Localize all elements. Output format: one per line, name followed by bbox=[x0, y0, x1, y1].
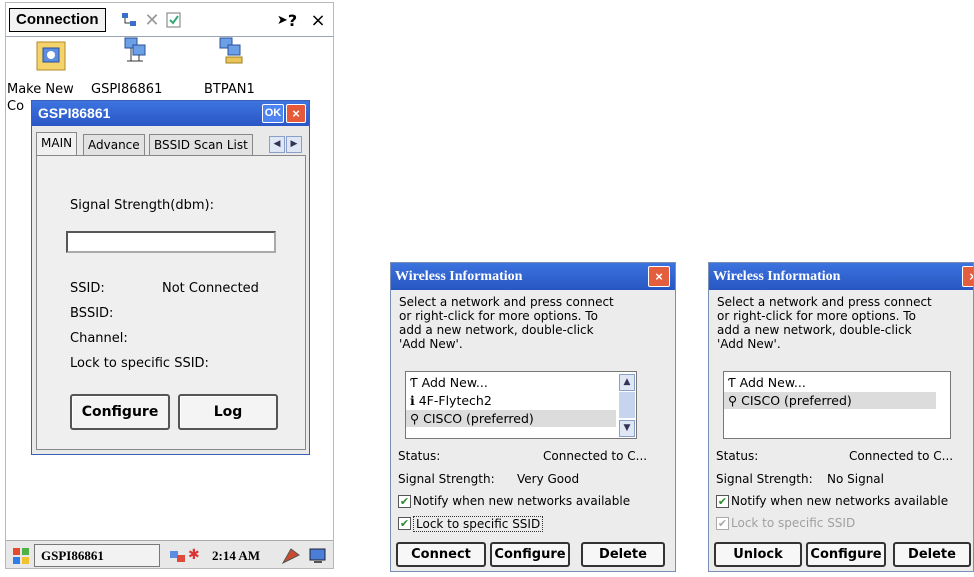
instructions-line-3: add a new network, double-click bbox=[399, 323, 594, 337]
properties-icon[interactable] bbox=[164, 10, 184, 30]
delete-button[interactable]: Delete bbox=[893, 542, 971, 567]
delete-button[interactable]: Delete bbox=[581, 542, 665, 567]
connect-button[interactable]: Connect bbox=[396, 542, 486, 567]
lock-ssid-label: Lock to specific SSID bbox=[413, 516, 544, 532]
close-button[interactable]: × bbox=[648, 266, 670, 287]
btpan-adapter-label: BTPAN1 bbox=[204, 82, 255, 97]
dialog-title: Wireless Information bbox=[709, 263, 973, 290]
instructions-line-4: 'Add New'. bbox=[717, 337, 781, 351]
notify-checkbox[interactable]: ✔ bbox=[716, 495, 729, 508]
bssid-label: BSSID: bbox=[70, 306, 114, 321]
wireless-tray-icon[interactable]: ✱ bbox=[188, 547, 206, 565]
status-value: Connected to C... bbox=[543, 449, 648, 463]
notify-checkbox[interactable]: ✔ bbox=[398, 495, 411, 508]
network-list[interactable]: Ƭ Add New... ⚲ CISCO (preferred) bbox=[723, 371, 951, 439]
clock[interactable]: 2:14 AM bbox=[212, 548, 260, 564]
antenna-icon: Ƭ bbox=[410, 375, 418, 390]
lock-ssid-label: Lock to specific SSID: bbox=[70, 356, 209, 371]
lock-ssid-label: Lock to specific SSID bbox=[731, 516, 856, 530]
taskbar: GSPI86861 ✱ 2:14 AM bbox=[6, 540, 333, 568]
list-item-network[interactable]: ℹ 4F-Flytech2 bbox=[406, 392, 616, 409]
connection-menu-button[interactable]: Connection bbox=[9, 8, 106, 32]
delete-icon[interactable]: ✕ bbox=[142, 10, 162, 31]
signal-strength-value: No Signal bbox=[827, 472, 884, 486]
desktop-icon[interactable] bbox=[308, 547, 328, 565]
channel-label: Channel: bbox=[70, 331, 128, 346]
signal-strength-label: Signal Strength(dbm): bbox=[70, 198, 214, 213]
instructions-line-4: 'Add New'. bbox=[399, 337, 463, 351]
ssid-value: Not Connected bbox=[162, 281, 259, 296]
start-icon[interactable] bbox=[12, 547, 30, 565]
network-list[interactable]: Ƭ Add New... ℹ 4F-Flytech2 ⚲ CISCO (pref… bbox=[405, 371, 637, 439]
top-toolbar: Connection ✕ ➤? × bbox=[6, 3, 333, 37]
tab-scroll-right-icon[interactable]: ▶ bbox=[286, 136, 302, 153]
scrollbar-track[interactable] bbox=[619, 392, 635, 418]
key-icon: ⚲ bbox=[410, 411, 420, 426]
signal-strength-label: Signal Strength: bbox=[398, 472, 495, 486]
configure-button[interactable]: Configure bbox=[490, 542, 570, 567]
ssid-label: SSID: bbox=[70, 281, 105, 296]
list-item-add-new[interactable]: Ƭ Add New... bbox=[406, 374, 616, 391]
list-item-preferred-network[interactable]: ⚲ CISCO (preferred) bbox=[724, 392, 936, 409]
connection-window: Connection ✕ ➤? × Make New Co GSPI86861 … bbox=[5, 2, 334, 569]
lock-ssid-checkbox[interactable]: ✔ bbox=[398, 517, 411, 530]
configure-button[interactable]: Configure bbox=[70, 394, 170, 430]
close-button[interactable]: × bbox=[286, 104, 306, 123]
instructions-line-3: add a new network, double-click bbox=[717, 323, 912, 337]
configure-button[interactable]: Configure bbox=[806, 542, 886, 567]
notify-label: Notify when new networks available bbox=[731, 494, 949, 508]
signal-strength-label: Signal Strength: bbox=[716, 472, 813, 486]
wireless-info-dialog-unlock: Wireless Information × Select a network … bbox=[708, 262, 974, 572]
instructions-line-2: or right-click for more options. To bbox=[399, 309, 598, 323]
make-new-label: Make New bbox=[7, 82, 74, 97]
instructions-line-2: or right-click for more options. To bbox=[717, 309, 916, 323]
lock-ssid-checkbox: ✔ bbox=[716, 517, 729, 530]
info-icon: ℹ bbox=[410, 393, 415, 408]
help-icon[interactable]: ➤? bbox=[277, 10, 297, 30]
status-label: Status: bbox=[398, 449, 441, 463]
wireless-info-dialog-connect: Wireless Information × Select a network … bbox=[390, 262, 676, 572]
ok-button[interactable]: OK bbox=[262, 104, 284, 123]
status-label: Status: bbox=[716, 449, 759, 463]
signal-strength-bar bbox=[66, 231, 276, 253]
scroll-down-icon[interactable]: ▼ bbox=[619, 420, 635, 437]
notify-label: Notify when new networks available bbox=[413, 494, 631, 508]
adapter-dialog: GSPI86861 OK × MAIN Advance BSSID Scan L… bbox=[31, 100, 310, 455]
flag-icon[interactable] bbox=[281, 547, 301, 565]
make-new-label-cont: Co bbox=[7, 99, 25, 114]
unlock-button[interactable]: Unlock bbox=[714, 542, 802, 567]
tab-scroll-left-icon[interactable]: ◀ bbox=[269, 136, 285, 153]
gspi-adapter-icon[interactable] bbox=[118, 35, 152, 67]
instructions-line-1: Select a network and press connect bbox=[399, 295, 614, 309]
tab-main[interactable]: MAIN bbox=[36, 132, 78, 156]
list-item-preferred-network[interactable]: ⚲ CISCO (preferred) bbox=[406, 410, 616, 427]
list-item-add-new[interactable]: Ƭ Add New... bbox=[724, 374, 936, 391]
btpan-adapter-icon[interactable] bbox=[213, 35, 247, 67]
signal-strength-value: Very Good bbox=[517, 472, 580, 486]
instructions-line-1: Select a network and press connect bbox=[717, 295, 932, 309]
close-icon[interactable]: × bbox=[308, 10, 328, 31]
status-value: Connected to C... bbox=[849, 449, 954, 463]
antenna-icon: Ƭ bbox=[728, 375, 736, 390]
key-icon: ⚲ bbox=[728, 393, 738, 408]
make-new-connection-icon[interactable] bbox=[34, 40, 68, 72]
dialog-title: Wireless Information bbox=[391, 263, 675, 290]
network-status-icon[interactable] bbox=[119, 10, 139, 30]
tab-advance[interactable]: Advance bbox=[83, 134, 145, 156]
scroll-up-icon[interactable]: ▲ bbox=[619, 374, 635, 391]
network-tray-icon[interactable] bbox=[169, 547, 187, 565]
gspi-adapter-label: GSPI86861 bbox=[91, 82, 163, 97]
log-button[interactable]: Log bbox=[178, 394, 278, 430]
close-button[interactable]: × bbox=[962, 266, 973, 287]
taskbar-adapter-button[interactable]: GSPI86861 bbox=[34, 544, 160, 567]
tab-bssid-scan-list[interactable]: BSSID Scan List bbox=[149, 134, 253, 156]
